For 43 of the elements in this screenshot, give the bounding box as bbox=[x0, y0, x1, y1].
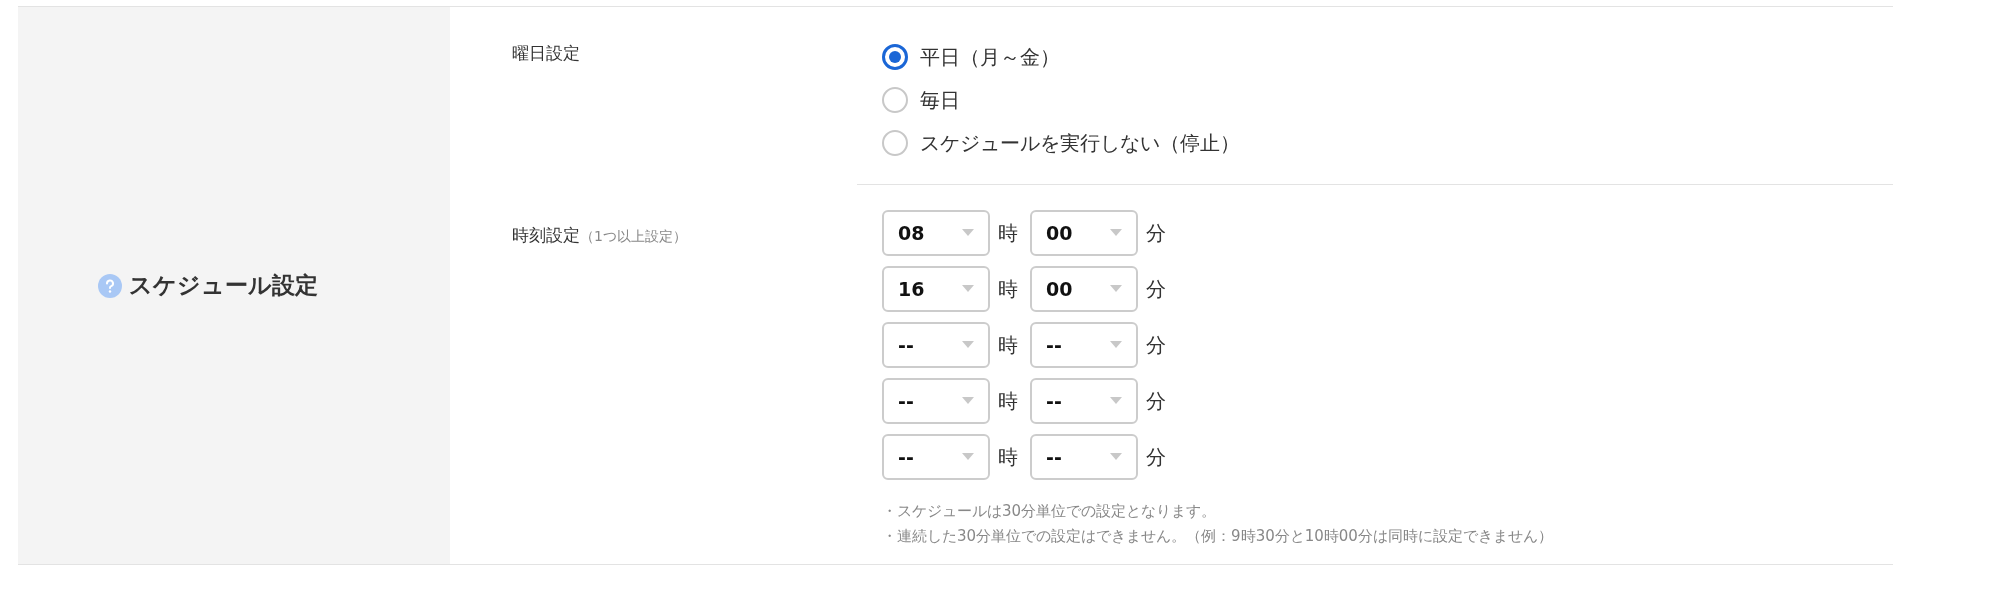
caret-icon bbox=[962, 285, 974, 293]
minute-select[interactable]: 00 bbox=[1030, 210, 1138, 256]
caret-icon bbox=[962, 397, 974, 405]
hour-select[interactable]: -- bbox=[882, 378, 990, 424]
minute-unit: 分 bbox=[1146, 443, 1166, 471]
minute-select[interactable]: -- bbox=[1030, 378, 1138, 424]
hour-select[interactable]: -- bbox=[882, 434, 990, 480]
field-label: 曜日設定 bbox=[512, 43, 580, 63]
radio-button[interactable] bbox=[882, 87, 908, 113]
hour-select[interactable]: -- bbox=[882, 322, 990, 368]
radio-button[interactable] bbox=[882, 130, 908, 156]
minute-unit: 分 bbox=[1146, 387, 1166, 415]
hour-unit: 時 bbox=[998, 219, 1018, 247]
caret-icon bbox=[962, 453, 974, 461]
minute-select[interactable]: -- bbox=[1030, 434, 1138, 480]
radio-button[interactable] bbox=[882, 44, 908, 70]
minute-unit: 分 bbox=[1146, 331, 1166, 359]
hour-unit: 時 bbox=[998, 275, 1018, 303]
minute-unit: 分 bbox=[1146, 275, 1166, 303]
radio-label[interactable]: 毎日 bbox=[920, 86, 960, 114]
minute-select[interactable]: 00 bbox=[1030, 266, 1138, 312]
help-icon[interactable] bbox=[98, 273, 122, 298]
radio-label[interactable]: スケジュールを実行しない（停止） bbox=[920, 129, 1240, 157]
hour-unit: 時 bbox=[998, 331, 1018, 359]
note-text: ・スケジュールは30分単位での設定となります。 bbox=[882, 502, 1218, 521]
hour-select[interactable]: 08 bbox=[882, 210, 990, 256]
section-label: スケジュール設定 bbox=[129, 271, 318, 300]
radio-label[interactable]: 平日（月～金） bbox=[920, 43, 1060, 71]
caret-icon bbox=[962, 341, 974, 349]
caret-icon bbox=[1110, 229, 1122, 237]
field-label: 時刻設定 bbox=[512, 225, 580, 245]
caret-icon bbox=[1110, 285, 1122, 293]
caret-icon bbox=[1110, 397, 1122, 405]
caret-icon bbox=[1110, 341, 1122, 349]
hour-unit: 時 bbox=[998, 387, 1018, 415]
note-text: ・連続した30分単位での設定はできません。（例：9時30分と10時00分は同時に設定できません） bbox=[882, 527, 1554, 546]
caret-icon bbox=[962, 229, 974, 237]
hour-select[interactable]: 16 bbox=[882, 266, 990, 312]
minute-unit: 分 bbox=[1146, 219, 1166, 247]
hour-unit: 時 bbox=[998, 443, 1018, 471]
caret-icon bbox=[1110, 453, 1122, 461]
minute-select[interactable]: -- bbox=[1030, 322, 1138, 368]
field-hint: （1つ以上設定） bbox=[580, 228, 687, 244]
